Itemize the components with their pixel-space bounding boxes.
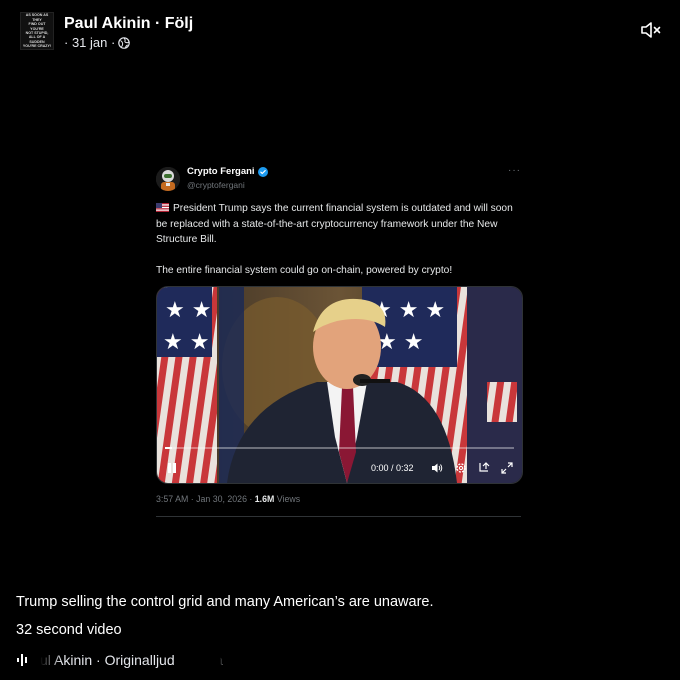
audio-attribution[interactable]: ul Akinin · Originalljud Pa: [16, 650, 226, 670]
author-name[interactable]: Paul Akinin: [64, 15, 151, 32]
video-controls: 0:00 / 0:32: [157, 453, 522, 483]
video-progress-fill: [165, 447, 172, 449]
post-subcaption: 32 second video: [16, 622, 122, 638]
post-caption: Trump selling the control grid and many …: [16, 594, 434, 610]
svg-text:★ ★: ★ ★: [163, 330, 209, 355]
follow-button[interactable]: Följ: [165, 15, 193, 32]
video-progress-bar[interactable]: [165, 447, 514, 449]
tweet-text: President Trump says the current financi…: [156, 201, 521, 279]
tweet-text-line-2: The entire financial system could go on-…: [156, 265, 453, 276]
tweet-handle[interactable]: @cryptofergani: [187, 180, 245, 190]
tweet-timestamp[interactable]: 3:57 AM · Jan 30, 2026 ·: [156, 494, 255, 504]
tweet-author-name[interactable]: Crypto Fergani: [187, 166, 268, 177]
post-date[interactable]: · 31 jan ·: [64, 35, 115, 50]
post-meta: · 31 jan ·: [64, 35, 131, 50]
avatar-text-5: YOU'RE CRAZY!: [22, 44, 52, 49]
globe-icon: [118, 36, 131, 49]
more-options-icon[interactable]: ···: [508, 165, 521, 176]
avatar-text-2: FIND OUT YOU'RE: [28, 22, 46, 31]
settings-icon[interactable]: [455, 462, 467, 474]
header-separator: ·: [150, 15, 165, 32]
tweet-footer: 3:57 AM · Jan 30, 2026 · 1.6M Views: [156, 494, 300, 504]
astronaut-icon: [156, 167, 180, 191]
author-header: Paul Akinin · Följ: [64, 15, 193, 33]
tweet-avatar[interactable]: [156, 167, 180, 191]
svg-text:★ ★: ★ ★: [165, 298, 211, 323]
pause-icon[interactable]: [165, 461, 179, 475]
audio-wave-icon: [17, 654, 27, 666]
embedded-tweet[interactable]: Crypto Fergani @cryptofergani ··· Presid…: [156, 160, 523, 520]
audio-label: ul Akinin · Originalljud Pa: [40, 652, 223, 668]
repost-icon[interactable]: [478, 462, 490, 474]
us-flag-icon: [156, 203, 169, 212]
divider: [156, 516, 521, 517]
svg-text:★ ★: ★ ★: [377, 330, 423, 355]
views-count: 1.6M: [254, 494, 275, 504]
avatar-text-1: AS SOON AS THEY: [25, 13, 49, 22]
speaker-muted-icon[interactable]: [640, 20, 662, 40]
author-avatar[interactable]: AS SOON AS THEY FIND OUT YOU'RE NOT STUP…: [20, 12, 54, 50]
tweet-display-name: Crypto Fergani: [187, 166, 255, 177]
views-label: Views: [274, 494, 301, 504]
tweet-video[interactable]: ★ ★ ★ ★ ★ ★ ★ ★ ★ 0:00 / 0:32: [156, 286, 523, 484]
verified-badge-icon: [257, 166, 268, 177]
avatar-text-4: ALL OF A SUDDEN: [28, 35, 46, 44]
tweet-text-line-1: President Trump says the current financi…: [156, 203, 513, 245]
video-time: 0:00 / 0:32: [371, 463, 414, 473]
volume-icon[interactable]: [431, 462, 443, 474]
fullscreen-icon[interactable]: [501, 462, 513, 474]
